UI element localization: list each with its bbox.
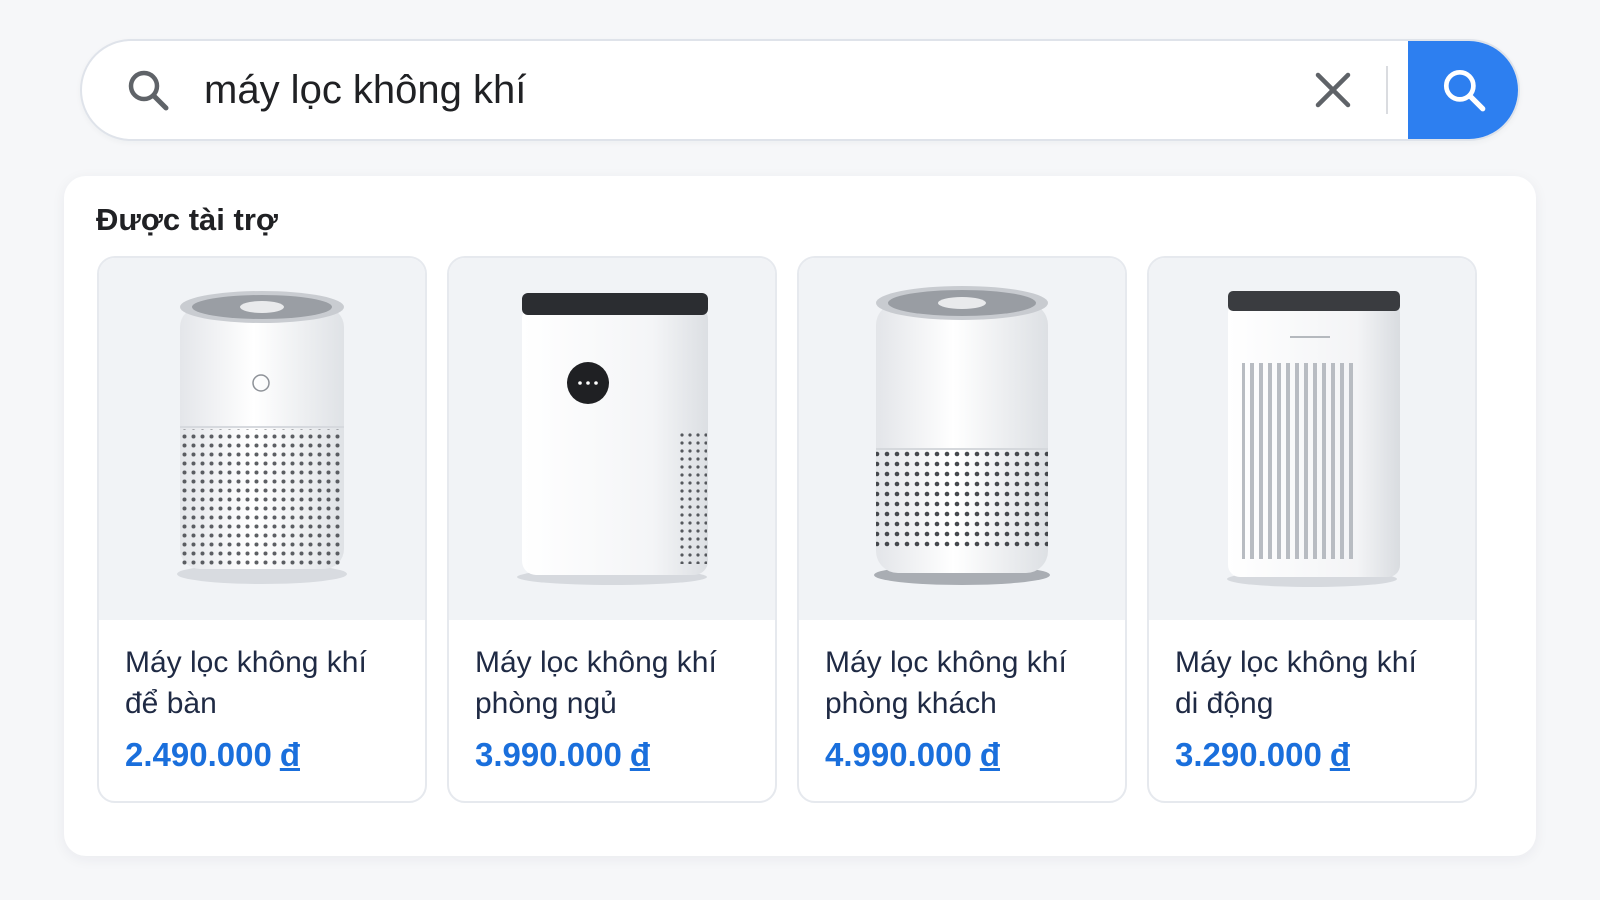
search-icon [124,66,194,114]
search-bar [80,39,1520,141]
product-price: 2.490.000 đ [125,736,300,773]
sponsored-panel: Được tài trợ Máy lọc không khí để bàn 2.… [64,176,1536,856]
product-title[interactable]: Máy lọc không khí phòng ngủ [475,642,765,724]
product-price: 4.990.000 đ [825,736,1000,773]
product-price: 3.290.000 đ [1175,736,1350,773]
search-divider [1386,66,1388,114]
product-card[interactable]: Máy lọc không khí để bàn 2.490.000 đ [97,256,427,803]
product-price: 3.990.000 đ [475,736,650,773]
product-image [99,258,425,620]
close-icon [1315,72,1351,108]
product-card[interactable]: Máy lọc không khí di động 3.290.000 đ [1147,256,1477,803]
product-image [1149,258,1475,620]
product-image [799,258,1125,620]
search-icon [1443,69,1486,112]
clear-search-button[interactable] [1298,55,1368,125]
product-title[interactable]: Máy lọc không khí phòng khách [825,642,1115,724]
search-input[interactable] [194,41,1298,139]
product-title[interactable]: Máy lọc không khí di động [1175,642,1465,724]
product-image [449,258,775,620]
product-card[interactable]: Máy lọc không khí phòng ngủ 3.990.000 đ [447,256,777,803]
search-submit-button[interactable] [1408,41,1518,139]
sponsored-title: Được tài trợ [96,202,278,237]
product-card[interactable]: Máy lọc không khí phòng khách 4.990.000 đ [797,256,1127,803]
product-list: Máy lọc không khí để bàn 2.490.000 đ Máy… [97,256,1477,803]
product-title[interactable]: Máy lọc không khí để bàn [125,642,415,724]
